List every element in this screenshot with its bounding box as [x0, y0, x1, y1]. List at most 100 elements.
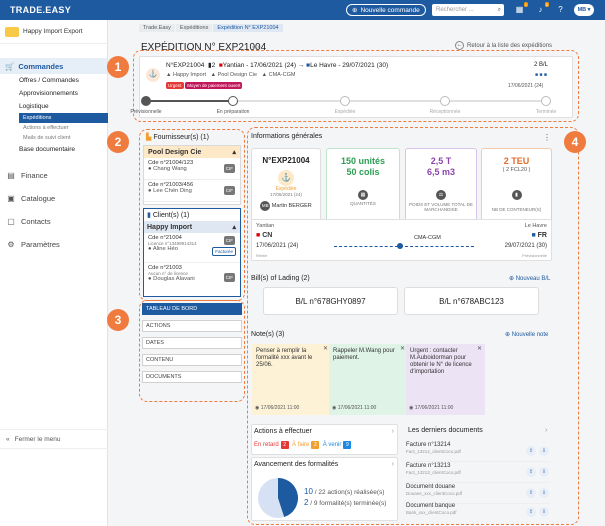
- finance-icon: ▤: [7, 171, 15, 180]
- client-order-row[interactable]: Cde n°21004 Licence n°13499914314 ● Aline …: [144, 233, 240, 263]
- settings-icon: ⚙: [7, 240, 15, 249]
- nav-expeditions[interactable]: Expéditions: [19, 113, 108, 123]
- bl-card[interactable]: B/L n°678ABC123: [404, 287, 539, 315]
- nav-base-documentaire[interactable]: Base documentaire: [0, 143, 107, 156]
- supplier-name-header[interactable]: Pool Design Cie ▴: [144, 146, 240, 158]
- new-note-link[interactable]: ⊕ Nouvelle note: [505, 331, 548, 338]
- step-previsionnelle[interactable]: [141, 96, 151, 106]
- nav-mails[interactable]: Mails de suivi client: [0, 133, 107, 143]
- bell-icon[interactable]: ♪ 2: [536, 2, 549, 14]
- close-icon[interactable]: ✕: [323, 346, 328, 353]
- download-icon[interactable]: ⇩: [539, 488, 549, 498]
- client-order-row[interactable]: Cde n°21003 Aucun n° de licence ● Douglas …: [144, 263, 240, 293]
- container-card: 2 TEU ( 2 FCL20 ) ▮ NB DE CONTENEUR(S): [481, 148, 552, 222]
- tab-documents[interactable]: DOCUMENTS: [142, 371, 242, 383]
- step-expediee[interactable]: [340, 96, 350, 106]
- document-row[interactable]: Facture n°13213 Fact_13213_clientCoco.pdf…: [406, 463, 550, 483]
- download-icon[interactable]: ⇩: [539, 467, 549, 477]
- nav-approvisionnements[interactable]: Approvisionnements: [0, 87, 107, 100]
- tab-dates[interactable]: DATES: [142, 337, 242, 349]
- tag-urgent[interactable]: Urgent: [166, 82, 184, 89]
- note-card[interactable]: ✕ Penser à remplir la formalité xxx avant…: [252, 344, 331, 415]
- nav-offres[interactable]: Offres / Commandes: [0, 74, 107, 87]
- tab-contenu[interactable]: CONTENU: [142, 354, 242, 366]
- breadcrumb-home[interactable]: Trade.Easy: [139, 24, 175, 32]
- breadcrumb: Trade.Easy Expéditions Expédition N° EXP…: [139, 24, 283, 32]
- document-row[interactable]: Document banque Bank_xxx_clientCoco.pdf ⇪ ⇩: [406, 503, 550, 523]
- share-icon[interactable]: ⇪: [526, 488, 536, 498]
- incoterm-badge: CIF: [223, 236, 235, 245]
- step-label-1: Prévisionnelle: [130, 109, 162, 115]
- nav-catalogue[interactable]: ▣ Catalogue: [0, 187, 107, 210]
- client-name[interactable]: Happy Import: [173, 72, 206, 78]
- route-line: [334, 246, 474, 247]
- client-list-icon: ▮: [147, 212, 151, 219]
- chevron-right-icon[interactable]: ›: [545, 427, 547, 434]
- flag-fr-icon: ■: [531, 232, 536, 239]
- person-icon: ●: [148, 166, 152, 172]
- close-icon[interactable]: ✕: [400, 346, 405, 353]
- plus-icon: ⊕: [352, 7, 358, 14]
- nav-logistique[interactable]: Logistique: [0, 100, 107, 113]
- nav-actions[interactable]: Actions à effectuer: [0, 123, 107, 133]
- nav-parametres[interactable]: ⚙ Paramètres: [0, 233, 107, 256]
- document-row[interactable]: Document douane Douane_xxx_clientCoco.pdf…: [406, 484, 550, 504]
- step-receptionnee[interactable]: [440, 96, 450, 106]
- upcoming-count: 9: [343, 441, 352, 449]
- tag-payment[interactable]: Moyen de paiement ouvert: [185, 82, 243, 89]
- close-icon[interactable]: ✕: [477, 346, 482, 353]
- cart-icon: 🛒: [5, 61, 15, 71]
- client-name-header[interactable]: Happy Import ▴: [144, 221, 240, 233]
- user-avatar[interactable]: MB ▾: [574, 4, 594, 16]
- factory-icon: ▙: [146, 134, 152, 141]
- company-switcher[interactable]: Happy Import Export: [0, 20, 107, 44]
- origin-info: Yantian - 17/06/2021 (24): [222, 62, 297, 69]
- share-icon[interactable]: ⇪: [526, 446, 536, 456]
- download-icon[interactable]: ⇩: [539, 507, 549, 517]
- supplier-order-row[interactable]: Cde n°21004/123 ● Chang Wang CIF: [144, 158, 240, 180]
- progress-pie: [258, 478, 298, 518]
- help-icon[interactable]: ?: [556, 5, 565, 14]
- progress-card[interactable]: Avancement des formalités › 10 / 22 acti…: [251, 457, 398, 521]
- tab-dashboard[interactable]: TABLEAU DE BORD: [142, 303, 242, 315]
- app-logo[interactable]: TRADE.EASY: [10, 5, 71, 15]
- note-card[interactable]: ✕ Rappeler M.Wang pour paiement. ◉ 17/06/2…: [329, 344, 408, 415]
- bills-title: Bill(s) of Lading (2): [251, 275, 310, 282]
- search-input[interactable]: Rechercher ... ⌕: [432, 4, 504, 16]
- clients-title: Client(s) (1): [152, 211, 190, 219]
- company-logo: [5, 26, 19, 37]
- note-card[interactable]: ✕ Urgent : contacter M.Auboidorman pour o…: [406, 344, 485, 415]
- supplier-icon: ▲: [210, 72, 217, 78]
- share-icon[interactable]: ⇪: [526, 467, 536, 477]
- close-menu-button[interactable]: «Fermer le menu: [0, 429, 108, 449]
- step-terminee[interactable]: [541, 96, 551, 106]
- actions-card[interactable]: Actions à effectuer › En retard 2 À faire…: [251, 424, 398, 455]
- bl-card[interactable]: B/L n°678GHY0897: [263, 287, 398, 315]
- new-bl-link[interactable]: ⊕ Nouveau B/L: [509, 275, 550, 282]
- step-en-preparation[interactable]: [228, 96, 238, 106]
- share-icon[interactable]: ⇪: [526, 507, 536, 517]
- incoterm-badge: CIF: [223, 164, 235, 173]
- header-date: 17/06/2021 (24): [508, 83, 544, 89]
- document-row[interactable]: Facture n°13214 Fact_13214_clientCoco.pdf…: [406, 442, 550, 462]
- quantity-icon: ▦: [358, 190, 368, 200]
- nav-contacts[interactable]: ▢ Contacts: [0, 210, 107, 233]
- breadcrumb-expeditions[interactable]: Expéditions: [175, 24, 213, 32]
- supplier-order-row[interactable]: Cde n°21003/456 ● Lee Chén Ding CIF: [144, 180, 240, 202]
- annotation-1: 1: [107, 56, 129, 78]
- back-link[interactable]: ← Retour à la liste des expéditions: [455, 41, 552, 50]
- new-order-button[interactable]: ⊕ Nouvelle commande: [346, 4, 426, 16]
- tab-actions[interactable]: ACTIONS: [142, 320, 242, 332]
- supplier-name[interactable]: Pool Design Cie: [218, 72, 257, 78]
- download-icon[interactable]: ⇩: [539, 446, 549, 456]
- collapse-icon: «: [6, 435, 10, 443]
- annotation-3: 3: [107, 309, 129, 331]
- nav-commandes[interactable]: 🛒 Commandes: [0, 58, 107, 74]
- more-options-icon[interactable]: ⋮: [543, 133, 551, 142]
- calendar-icon[interactable]: ▦ 1: [515, 2, 528, 14]
- supplier-card: Pool Design Cie ▴ Cde n°21004/123 ● Chang …: [143, 145, 241, 205]
- contacts-icon: ▢: [7, 217, 15, 226]
- step-label-4: Réceptionnée: [429, 109, 461, 115]
- nav-finance[interactable]: ▤ Finance: [0, 164, 107, 187]
- status-icon: ⚓: [278, 170, 294, 186]
